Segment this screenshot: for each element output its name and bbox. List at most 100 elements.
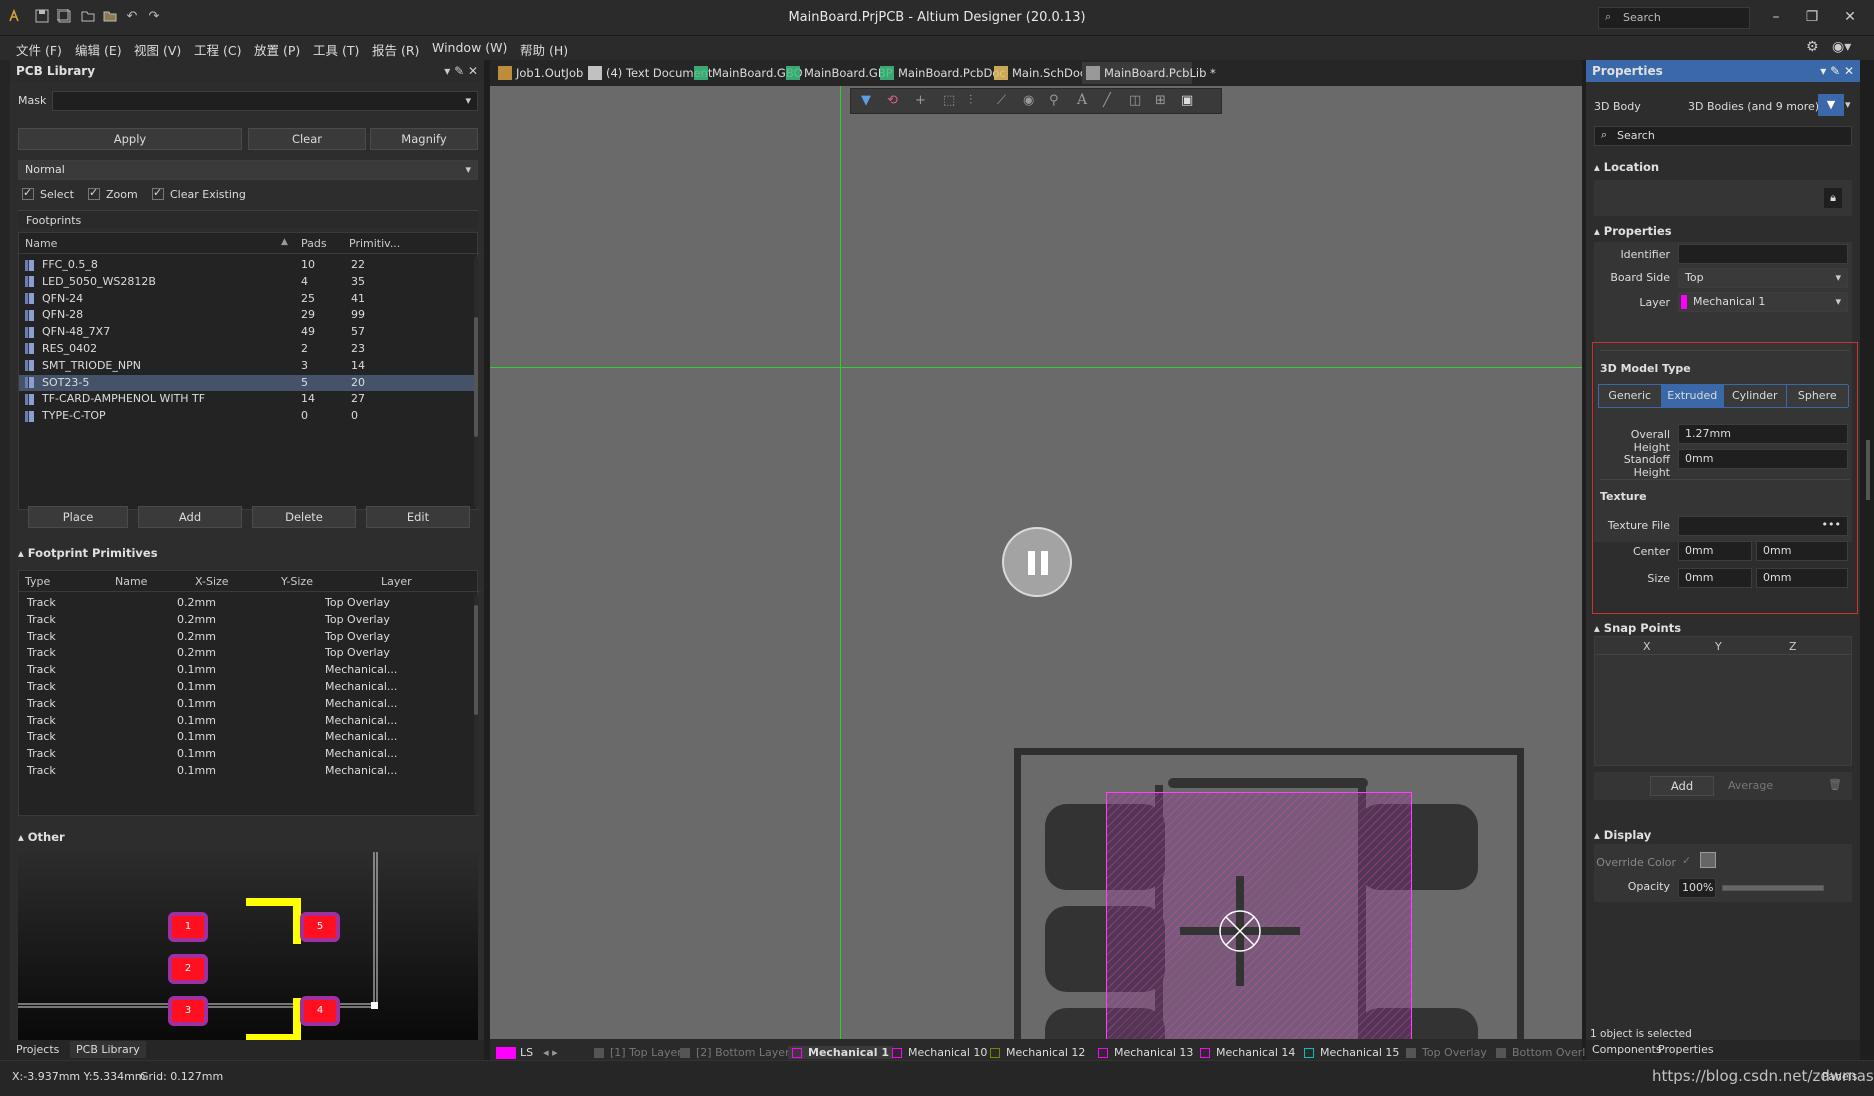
layer-tab[interactable]: Mechanical 13 bbox=[1098, 1046, 1193, 1059]
properties-search-input[interactable]: ⌕ Search bbox=[1594, 126, 1852, 146]
footprint-scrollbar[interactable] bbox=[474, 257, 478, 507]
snap-average-button[interactable]: Average bbox=[1728, 779, 1773, 792]
place-button[interactable]: Place bbox=[28, 506, 128, 528]
layer-tab[interactable]: Mechanical 1 bbox=[788, 1046, 893, 1059]
footprint-row[interactable]: SMT_TRIODE_NPN 3 14 bbox=[19, 358, 474, 375]
menu-view[interactable]: 视图 (V) bbox=[134, 40, 181, 59]
center-y-input[interactable]: 0mm bbox=[1756, 541, 1848, 561]
mode-select[interactable]: Normal bbox=[18, 160, 478, 180]
primitive-row[interactable]: Track 0.1mm Mechanical... bbox=[19, 679, 474, 696]
via-icon[interactable]: ⚲ bbox=[1049, 93, 1059, 108]
filter-dropdown-icon[interactable]: ▾ bbox=[1845, 94, 1857, 116]
doc-tab[interactable]: MainBoard.PcbLib * bbox=[1082, 62, 1216, 84]
align-icon[interactable]: ⫶ bbox=[969, 93, 972, 108]
components-tab[interactable]: Components bbox=[1592, 1043, 1662, 1056]
minimize-button[interactable]: – bbox=[1760, 6, 1792, 28]
primitive-row[interactable]: Track 0.2mm Top Overlay bbox=[19, 629, 474, 646]
model-type-extruded-button[interactable]: Extruded bbox=[1661, 385, 1724, 407]
global-search-input[interactable]: ⌕ Search bbox=[1598, 7, 1750, 29]
doc-tab[interactable]: MainBoard.GBP bbox=[782, 62, 893, 84]
layer-tab[interactable]: Bottom Overl bbox=[1496, 1046, 1585, 1059]
browse-icon[interactable]: ••• bbox=[1822, 518, 1841, 531]
primitive-row[interactable]: Track 0.1mm Mechanical... bbox=[19, 746, 474, 763]
footprint-row[interactable]: QFN-24 25 41 bbox=[19, 291, 474, 308]
footprint-row[interactable]: QFN-28 29 99 bbox=[19, 307, 474, 324]
col-primitives[interactable]: Primitiv... bbox=[349, 237, 400, 250]
body-icon[interactable]: ▣ bbox=[1181, 93, 1193, 108]
track-icon[interactable]: ⟋ bbox=[997, 93, 1006, 108]
opacity-slider[interactable] bbox=[1722, 885, 1824, 891]
snap-points-section[interactable]: ▴ Snap Points bbox=[1594, 621, 1681, 635]
col-ysize[interactable]: Y-Size bbox=[281, 575, 313, 588]
panel-controls-icon[interactable]: ▾ ✎ ✕ bbox=[444, 64, 478, 78]
settings-gear-icon[interactable]: ⚙ bbox=[1806, 39, 1819, 55]
layer-tab[interactable]: Mechanical 10 bbox=[892, 1046, 987, 1059]
layer-select[interactable]: Mechanical 1 bbox=[1678, 292, 1848, 312]
menu-file[interactable]: 文件 (F) bbox=[16, 40, 62, 59]
primitive-row[interactable]: Track 0.1mm Mechanical... bbox=[19, 696, 474, 713]
select-rect-icon[interactable]: ⬚ bbox=[943, 93, 955, 108]
primitive-row[interactable]: Track 0.1mm Mechanical... bbox=[19, 662, 474, 679]
select-checkbox[interactable]: Select bbox=[22, 186, 74, 201]
filter-icon[interactable]: ▼ bbox=[1818, 94, 1844, 116]
model-type-sphere-button[interactable]: Sphere bbox=[1786, 385, 1849, 407]
other-section[interactable]: ▴ Other bbox=[18, 830, 65, 844]
clear-button[interactable]: Clear bbox=[248, 128, 366, 150]
pcb-library-tab[interactable]: PCB Library bbox=[70, 1041, 146, 1058]
display-section[interactable]: ▴ Display bbox=[1594, 828, 1651, 842]
layer-tab[interactable]: Mechanical 12 bbox=[990, 1046, 1085, 1059]
primitive-row[interactable]: Track 0.1mm Mechanical... bbox=[19, 763, 474, 780]
doc-tab[interactable]: (4) Text Document bbox=[584, 62, 712, 84]
model-type-generic-button[interactable]: Generic bbox=[1599, 385, 1662, 407]
menu-help[interactable]: 帮助 (H) bbox=[520, 40, 568, 59]
footprint-row[interactable]: TF-CARD-AMPHENOL WITH TF 14 27 bbox=[19, 391, 474, 408]
center-x-input[interactable]: 0mm bbox=[1678, 541, 1752, 561]
region-icon[interactable]: ◫ bbox=[1129, 93, 1141, 108]
layer-tab[interactable]: Mechanical 15 bbox=[1304, 1046, 1399, 1059]
pause-button[interactable] bbox=[1002, 527, 1072, 597]
primitive-row[interactable]: Track 0.2mm Top Overlay bbox=[19, 612, 474, 629]
route-icon[interactable]: ⟲ bbox=[887, 93, 898, 108]
footprint-row[interactable]: RES_0402 2 23 bbox=[19, 341, 474, 358]
add-button[interactable]: Add bbox=[138, 506, 242, 528]
doc-tab[interactable]: Job1.OutJob bbox=[494, 62, 583, 84]
override-color-swatch[interactable] bbox=[1700, 852, 1716, 868]
footprint-primitives-section[interactable]: ▴ Footprint Primitives bbox=[18, 546, 158, 560]
col-xsize[interactable]: X-Size bbox=[195, 575, 229, 588]
close-button[interactable]: ✕ bbox=[1834, 6, 1866, 28]
magnify-button[interactable]: Magnify bbox=[370, 128, 478, 150]
projects-tab[interactable]: Projects bbox=[16, 1043, 59, 1056]
model-type-cylinder-button[interactable]: Cylinder bbox=[1724, 385, 1787, 407]
menu-edit[interactable]: 编辑 (E) bbox=[75, 40, 122, 59]
clear-existing-checkbox[interactable]: Clear Existing bbox=[152, 186, 246, 201]
panel-controls-icon[interactable]: ▾ ✎ ✕ bbox=[1820, 64, 1854, 78]
standoff-height-input[interactable]: 0mm bbox=[1678, 449, 1848, 469]
crosshair-icon[interactable]: + bbox=[915, 93, 926, 108]
text-icon[interactable]: A bbox=[1077, 92, 1087, 108]
size-x-input[interactable]: 0mm bbox=[1678, 568, 1752, 588]
board-side-select[interactable]: Top bbox=[1678, 268, 1848, 288]
snap-add-button[interactable]: Add bbox=[1650, 776, 1714, 796]
identifier-input[interactable] bbox=[1678, 244, 1848, 264]
filter-icon[interactable]: ▼ bbox=[861, 93, 871, 108]
footprint-row[interactable]: LED_5050_WS2812B 4 35 bbox=[19, 274, 474, 291]
apply-button[interactable]: Apply bbox=[18, 128, 242, 150]
mask-input[interactable] bbox=[52, 91, 478, 111]
restore-button[interactable]: ❐ bbox=[1796, 6, 1828, 28]
layer-tab[interactable]: Top Overlay bbox=[1406, 1046, 1487, 1059]
user-account-icon[interactable]: ◉▾ bbox=[1832, 39, 1851, 55]
layer-tab[interactable]: [2] Bottom Layer bbox=[680, 1046, 790, 1059]
opacity-input[interactable]: 100% bbox=[1678, 878, 1716, 898]
primitive-row[interactable]: Track 0.2mm Top Overlay bbox=[19, 595, 474, 612]
layer-tab[interactable]: LS ◂ ▸ bbox=[496, 1046, 558, 1059]
properties-section[interactable]: ▴ Properties bbox=[1594, 224, 1672, 238]
pcb-canvas[interactable]: ▼ ⟲ + ⬚ ⫶ ⟋ ◉ ⚲ A ╱ ◫ ⊞ ▣ bbox=[490, 86, 1582, 1039]
delete-button[interactable]: Delete bbox=[252, 506, 356, 528]
menu-place[interactable]: 放置 (P) bbox=[254, 40, 300, 59]
dimension-icon[interactable]: ⊞ bbox=[1155, 93, 1166, 108]
footprint-row[interactable]: QFN-48_7X7 49 57 bbox=[19, 324, 474, 341]
footprint-row[interactable]: TYPE-C-TOP 0 0 bbox=[19, 408, 474, 425]
override-color-checkbox[interactable]: ✓ bbox=[1682, 854, 1691, 867]
menu-window[interactable]: Window (W) bbox=[432, 40, 507, 55]
scroll-left-icon[interactable]: ◂ ▸ bbox=[543, 1046, 558, 1059]
